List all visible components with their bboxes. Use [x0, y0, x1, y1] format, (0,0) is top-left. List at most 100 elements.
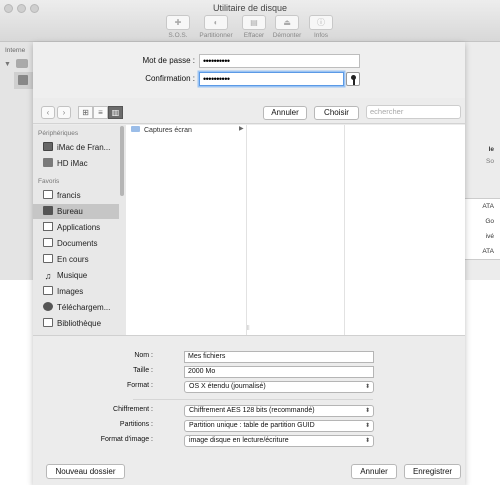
sidebar-item-label: Téléchargem...: [57, 303, 111, 312]
toolbar-sos-button[interactable]: ✚ S.O.S.: [159, 15, 197, 39]
imac-icon: [43, 142, 53, 151]
sidebar-item-label: Applications: [57, 223, 101, 232]
info-cell: ATA: [482, 248, 494, 255]
choose-button[interactable]: Choisir: [314, 106, 359, 120]
stethoscope-icon: ✚: [166, 15, 190, 30]
favorites-header: Favoris: [38, 178, 60, 185]
desktop-icon: [43, 206, 53, 215]
size-label: Taille :: [133, 367, 153, 374]
info-text: So: [486, 158, 494, 165]
toolbar-label: S.O.S.: [168, 32, 188, 39]
icon-view-icon[interactable]: ⊞: [78, 106, 93, 119]
select-chevron-icon: ⬍: [364, 438, 370, 444]
disclosure-triangle-icon[interactable]: ▼: [4, 61, 11, 68]
sidebar-item-label: iMac de Fran...: [57, 143, 111, 152]
info-cell: ivé: [485, 233, 494, 240]
column-view-icon[interactable]: ▥: [108, 106, 123, 119]
sidebar-item-francis[interactable]: francis: [33, 188, 119, 203]
size-field[interactable]: 2000 Mo: [184, 366, 374, 378]
back-arrow-icon[interactable]: ‹: [41, 106, 55, 119]
devices-header: Périphériques: [38, 130, 79, 137]
name-label: Nom :: [134, 352, 153, 359]
select-chevron-icon: ⬍: [364, 408, 370, 414]
pie-icon: ◐: [204, 15, 228, 30]
title-bar: Utilitaire de disque ✚ S.O.S. ◐ Partitio…: [0, 0, 500, 42]
encryption-value: Chiffrement AES 128 bits (recommandé): [189, 407, 315, 414]
name-field[interactable]: Mes fichiers: [184, 351, 374, 363]
column-browser: Captures écran ▶ ||: [126, 125, 465, 335]
image-format-select[interactable]: image disque en lecture/écriture ⬍: [184, 435, 374, 447]
sidebar-item-telechargements[interactable]: Téléchargem...: [33, 300, 119, 315]
confirm-label: Confirmation :: [145, 74, 195, 83]
password-panel: Mot de passe : •••••••••• Confirmation :…: [33, 42, 465, 98]
pictures-icon: [43, 286, 53, 295]
partitions-select[interactable]: Partition unique : table de partition GU…: [184, 420, 374, 432]
eject-icon: ⏏: [275, 15, 299, 30]
cancel-button[interactable]: Annuler: [351, 464, 397, 479]
column-divider[interactable]: [246, 125, 247, 335]
info-icon: ⓘ: [309, 15, 333, 30]
encryption-select[interactable]: Chiffrement AES 128 bits (recommandé) ⬍: [184, 405, 374, 417]
sidebar-item-en-cours[interactable]: En cours: [33, 252, 119, 267]
documents-icon: [43, 238, 53, 247]
toolbar-info-button[interactable]: ⓘ Infos: [302, 15, 340, 39]
search-field[interactable]: echercher: [366, 105, 461, 119]
toolbar-partition-button[interactable]: ◐ Partitionner: [197, 15, 235, 39]
toolbar-label: Partitionner: [199, 32, 233, 39]
sidebar-item-musique[interactable]: ♫ Musique: [33, 268, 119, 283]
password-field[interactable]: ••••••••••: [199, 54, 360, 68]
folder-icon: [131, 126, 140, 132]
encryption-label: Chiffrement :: [113, 406, 153, 413]
image-format-label: Format d'image :: [100, 436, 153, 443]
sidebar-item-images[interactable]: Images: [33, 284, 119, 299]
music-icon: ♫: [44, 271, 52, 281]
format-label: Format :: [126, 382, 153, 389]
sidebar-item-applications[interactable]: Applications: [33, 220, 119, 235]
column-item[interactable]: Captures écran: [131, 126, 192, 134]
partitions-value: Partition unique : table de partition GU…: [189, 422, 315, 429]
sidebar-item-label: En cours: [57, 255, 89, 264]
internal-disk-icon[interactable]: [16, 59, 28, 68]
home-icon: [43, 190, 53, 199]
image-options-panel: Nom : Mes fichiers Taille : 2000 Mo Form…: [33, 335, 465, 485]
forward-arrow-icon[interactable]: ›: [57, 106, 71, 119]
column-divider[interactable]: [344, 125, 345, 335]
folder-icon: [43, 254, 53, 263]
info-text: le: [488, 146, 494, 153]
password-assistant-key-button[interactable]: [346, 72, 360, 86]
save-sheet: Mot de passe : •••••••••• Confirmation :…: [33, 42, 465, 485]
sidebar-item-bureau[interactable]: Bureau: [33, 204, 119, 219]
sidebar-item-label: Musique: [57, 271, 88, 280]
sidebar-item-imac[interactable]: iMac de Fran...: [33, 140, 119, 155]
sidebar-scrollbar[interactable]: [120, 126, 124, 196]
list-view-icon[interactable]: ≡: [93, 106, 108, 119]
browser-cancel-button[interactable]: Annuler: [263, 106, 307, 120]
sidebar-item-hd-imac[interactable]: HD iMac: [33, 156, 119, 171]
column-resize-icon[interactable]: ||: [247, 325, 250, 331]
divider: [133, 399, 373, 400]
sidebar-item-documents[interactable]: Documents: [33, 236, 119, 251]
column-item-label: Captures écran: [144, 127, 192, 134]
info-table-fragment: ATA Go ivé ATA: [460, 198, 500, 260]
format-select[interactable]: OS X étendu (journalisé) ⬍: [184, 381, 374, 393]
toolbar-unmount-button[interactable]: ⏏ Démonter: [268, 15, 306, 39]
format-value: OS X étendu (journalisé): [189, 383, 266, 390]
select-chevron-icon: ⬍: [364, 423, 370, 429]
new-folder-button[interactable]: Nouveau dossier: [46, 464, 125, 479]
save-button[interactable]: Enregistrer: [404, 464, 461, 479]
toolbar-label: Démonter: [272, 32, 302, 39]
confirm-password-field[interactable]: ••••••••••: [199, 72, 344, 86]
hard-drive-icon: [43, 158, 53, 167]
sidebar-item-label: HD iMac: [57, 159, 88, 168]
sidebar-item-label: francis: [57, 191, 81, 200]
password-label: Mot de passe :: [142, 56, 195, 65]
image-format-value: image disque en lecture/écriture: [189, 437, 289, 444]
info-cell: Go: [485, 218, 494, 225]
volume-icon: [18, 75, 28, 85]
window-title: Utilitaire de disque: [212, 3, 288, 13]
partitions-label: Partitions :: [119, 421, 153, 428]
sidebar-item-label: Bibliothèque: [57, 319, 102, 328]
disk-sidebar: Interne ▼: [0, 42, 37, 280]
download-icon: [43, 302, 53, 311]
sidebar-item-bibliotheque[interactable]: Bibliothèque: [33, 316, 119, 331]
